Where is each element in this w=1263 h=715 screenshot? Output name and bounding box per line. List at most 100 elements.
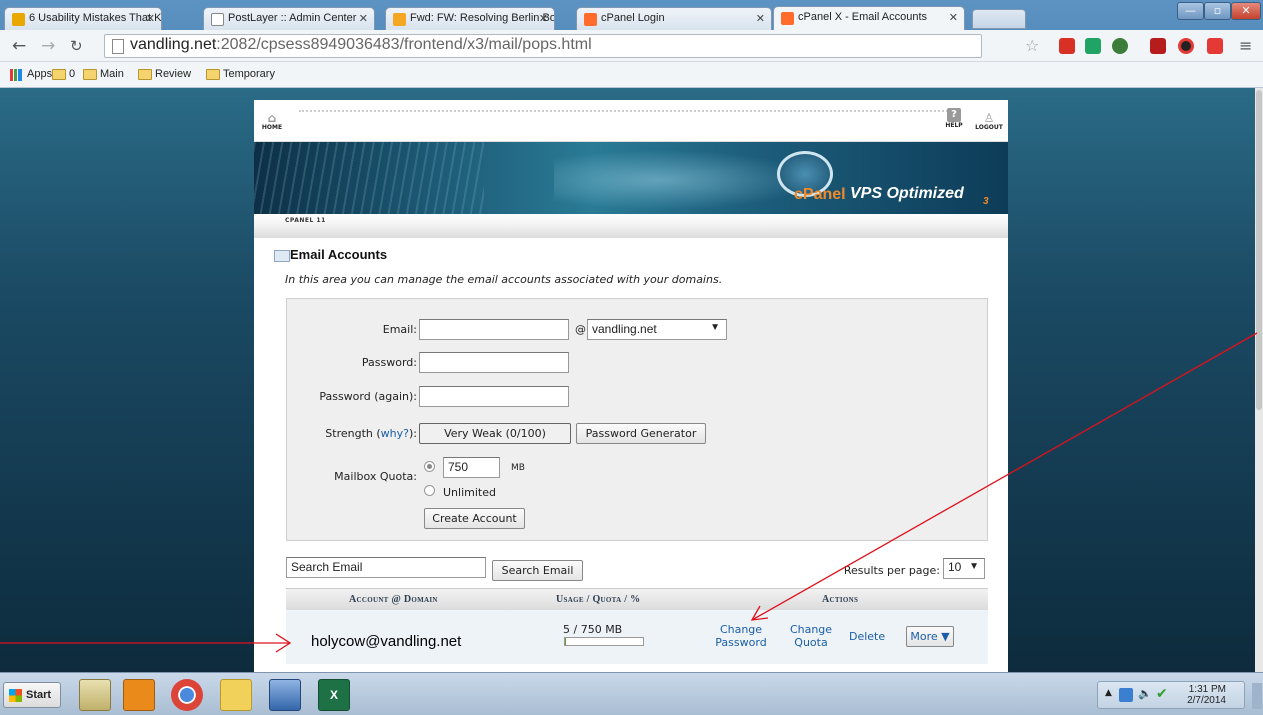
extension-puzzle-icon[interactable]: [1112, 38, 1128, 54]
create-account-button[interactable]: Create Account: [424, 508, 525, 529]
add-account-form: Email: @ vandling.net ▼ Password: Passwo…: [286, 298, 988, 541]
bookmark-folder-review[interactable]: Review: [138, 68, 191, 80]
bookmark-folder-0[interactable]: 0: [52, 68, 75, 80]
bookmark-folder-main[interactable]: Main: [83, 68, 124, 80]
notes-icon[interactable]: [220, 679, 252, 711]
bookmark-star-icon[interactable]: ☆: [1025, 38, 1039, 54]
close-tab-icon[interactable]: ✕: [146, 12, 155, 25]
help-link[interactable]: ? HELP: [942, 108, 966, 129]
page-title: Email Accounts: [290, 247, 388, 262]
tab-email-accounts[interactable]: cPanel X - Email Accounts ✕: [773, 6, 965, 31]
folder-icon: [83, 69, 97, 80]
column-header-usage[interactable]: Usage / Quota / %: [556, 594, 640, 605]
network-icon[interactable]: [269, 679, 301, 711]
domain-select[interactable]: vandling.net ▼: [587, 319, 727, 340]
quota-unlimited-radio[interactable]: [424, 485, 435, 496]
password-again-input[interactable]: [419, 386, 569, 407]
password-again-label: Password (again):: [319, 390, 417, 403]
topbar-dotted-rule: [299, 110, 959, 114]
menu-icon[interactable]: ≡: [1239, 38, 1252, 54]
results-per-page-select[interactable]: 10 ▼: [943, 558, 985, 579]
extension-green-icon[interactable]: [1085, 38, 1101, 54]
extension-red-icon[interactable]: [1059, 38, 1075, 54]
network-tray-icon[interactable]: [1119, 688, 1133, 702]
home-icon: ⌂: [267, 111, 277, 125]
windows-logo-icon: [9, 689, 22, 702]
clock[interactable]: 1:31 PM 2/7/2014: [1186, 684, 1226, 706]
more-actions-button[interactable]: More ▼: [906, 626, 954, 647]
close-tab-icon[interactable]: ✕: [539, 12, 548, 25]
search-row: Search Email Search Email Results per pa…: [286, 556, 988, 584]
checkmark-icon[interactable]: ✔: [1156, 686, 1168, 702]
acrobat-new-icon[interactable]: [1150, 38, 1166, 54]
folder-icon: [52, 69, 66, 80]
close-tab-icon[interactable]: ✕: [359, 12, 368, 25]
start-button[interactable]: Start: [3, 682, 61, 708]
logout-link[interactable]: ♙ LOGOUT: [972, 112, 1006, 131]
cpanel-page: ⌂ HOME ? HELP ♙ LOGOUT cPanel VPS Optimi…: [254, 100, 1008, 672]
tab-usability[interactable]: 6 Usability Mistakes That Kill ✕: [4, 7, 162, 30]
change-password-link[interactable]: Change Password: [706, 623, 776, 649]
address-bar[interactable]: vandling.net:2082/cpsess8949036483/front…: [104, 34, 982, 58]
close-tab-icon[interactable]: ✕: [949, 11, 958, 24]
favicon-icon: [12, 13, 25, 26]
explorer-icon[interactable]: [79, 679, 111, 711]
tab-postlayer[interactable]: PostLayer :: Admin Center ✕: [203, 7, 375, 30]
delete-link[interactable]: Delete: [849, 630, 885, 643]
forward-button[interactable]: →: [41, 38, 55, 55]
password-label: Password:: [361, 356, 417, 369]
brand-name: cPanel: [794, 186, 846, 203]
browser-toolbar: ← → ↻ vandling.net:2082/cpsess8949036483…: [0, 30, 1263, 62]
show-hidden-icons-icon[interactable]: ▲: [1105, 688, 1112, 698]
search-email-input[interactable]: Search Email: [286, 557, 486, 578]
outlook-icon[interactable]: [123, 679, 155, 711]
quota-label: Mailbox Quota:: [334, 470, 417, 483]
heart-icon: [393, 13, 406, 26]
close-window-button[interactable]: ✕: [1231, 2, 1261, 20]
password-generator-button[interactable]: Password Generator: [576, 423, 706, 444]
minimize-button[interactable]: —: [1177, 2, 1204, 20]
tab-cpanel-login[interactable]: cPanel Login ✕: [576, 7, 772, 30]
record-icon[interactable]: [1178, 38, 1194, 54]
why-link[interactable]: why?: [381, 427, 409, 440]
bookmark-apps[interactable]: Apps: [10, 68, 52, 81]
windows-taskbar: Start X ▲ 🔈 ✔ 1:31 PM 2/7/2014: [0, 672, 1263, 715]
cpanel-topbar: ⌂ HOME ? HELP ♙ LOGOUT: [254, 100, 1008, 142]
new-tab-button[interactable]: [972, 9, 1026, 29]
show-desktop-button[interactable]: [1252, 683, 1262, 709]
maximize-button[interactable]: ▫: [1204, 2, 1231, 20]
close-tab-icon[interactable]: ✕: [756, 12, 765, 25]
search-email-button[interactable]: Search Email: [492, 560, 583, 581]
brand-number: 3: [983, 196, 989, 207]
excel-icon[interactable]: X: [318, 679, 350, 711]
quota-unit: MB: [511, 463, 525, 473]
at-sign: @: [575, 323, 586, 336]
password-input[interactable]: [419, 352, 569, 373]
table-row: holycow@vandling.net 5 / 750 MB Change P…: [286, 610, 988, 664]
bookmark-folder-temporary[interactable]: Temporary: [206, 68, 275, 80]
usage-bar-fill: [565, 638, 566, 645]
extension-gift-icon[interactable]: [1207, 38, 1223, 54]
chrome-icon[interactable]: [171, 679, 203, 711]
envelope-icon: [274, 250, 290, 262]
back-button[interactable]: ←: [12, 38, 26, 55]
tab-fwd-resolving[interactable]: Fwd: FW: Resolving Berlin Bo ✕: [385, 7, 555, 30]
user-icon: ♙: [983, 111, 995, 125]
column-header-account[interactable]: Account @ Domain: [349, 594, 438, 605]
quota-input[interactable]: 750: [443, 457, 500, 478]
cpanel-banner: cPanel VPS Optimized 3: [254, 142, 1008, 214]
tab-strip: 6 Usability Mistakes That Kill ✕ PostLay…: [0, 0, 1263, 31]
volume-icon[interactable]: 🔈: [1138, 687, 1152, 700]
strength-meter: Very Weak (0/100): [419, 423, 571, 444]
strength-label: Strength (why?):: [325, 427, 417, 440]
home-link[interactable]: ⌂ HOME: [260, 112, 284, 131]
cables-graphic: [254, 142, 484, 214]
reload-button[interactable]: ↻: [70, 38, 83, 54]
change-quota-link[interactable]: Change Quota: [781, 623, 841, 649]
accounts-table-header: Account @ Domain Usage / Quota / % Actio…: [286, 588, 988, 610]
email-input[interactable]: [419, 319, 569, 340]
quota-limited-radio[interactable]: [424, 461, 435, 472]
page-intro: In this area you can manage the email ac…: [285, 273, 723, 286]
scrollbar-thumb[interactable]: [1256, 90, 1262, 410]
cpanel-icon: [584, 13, 597, 26]
